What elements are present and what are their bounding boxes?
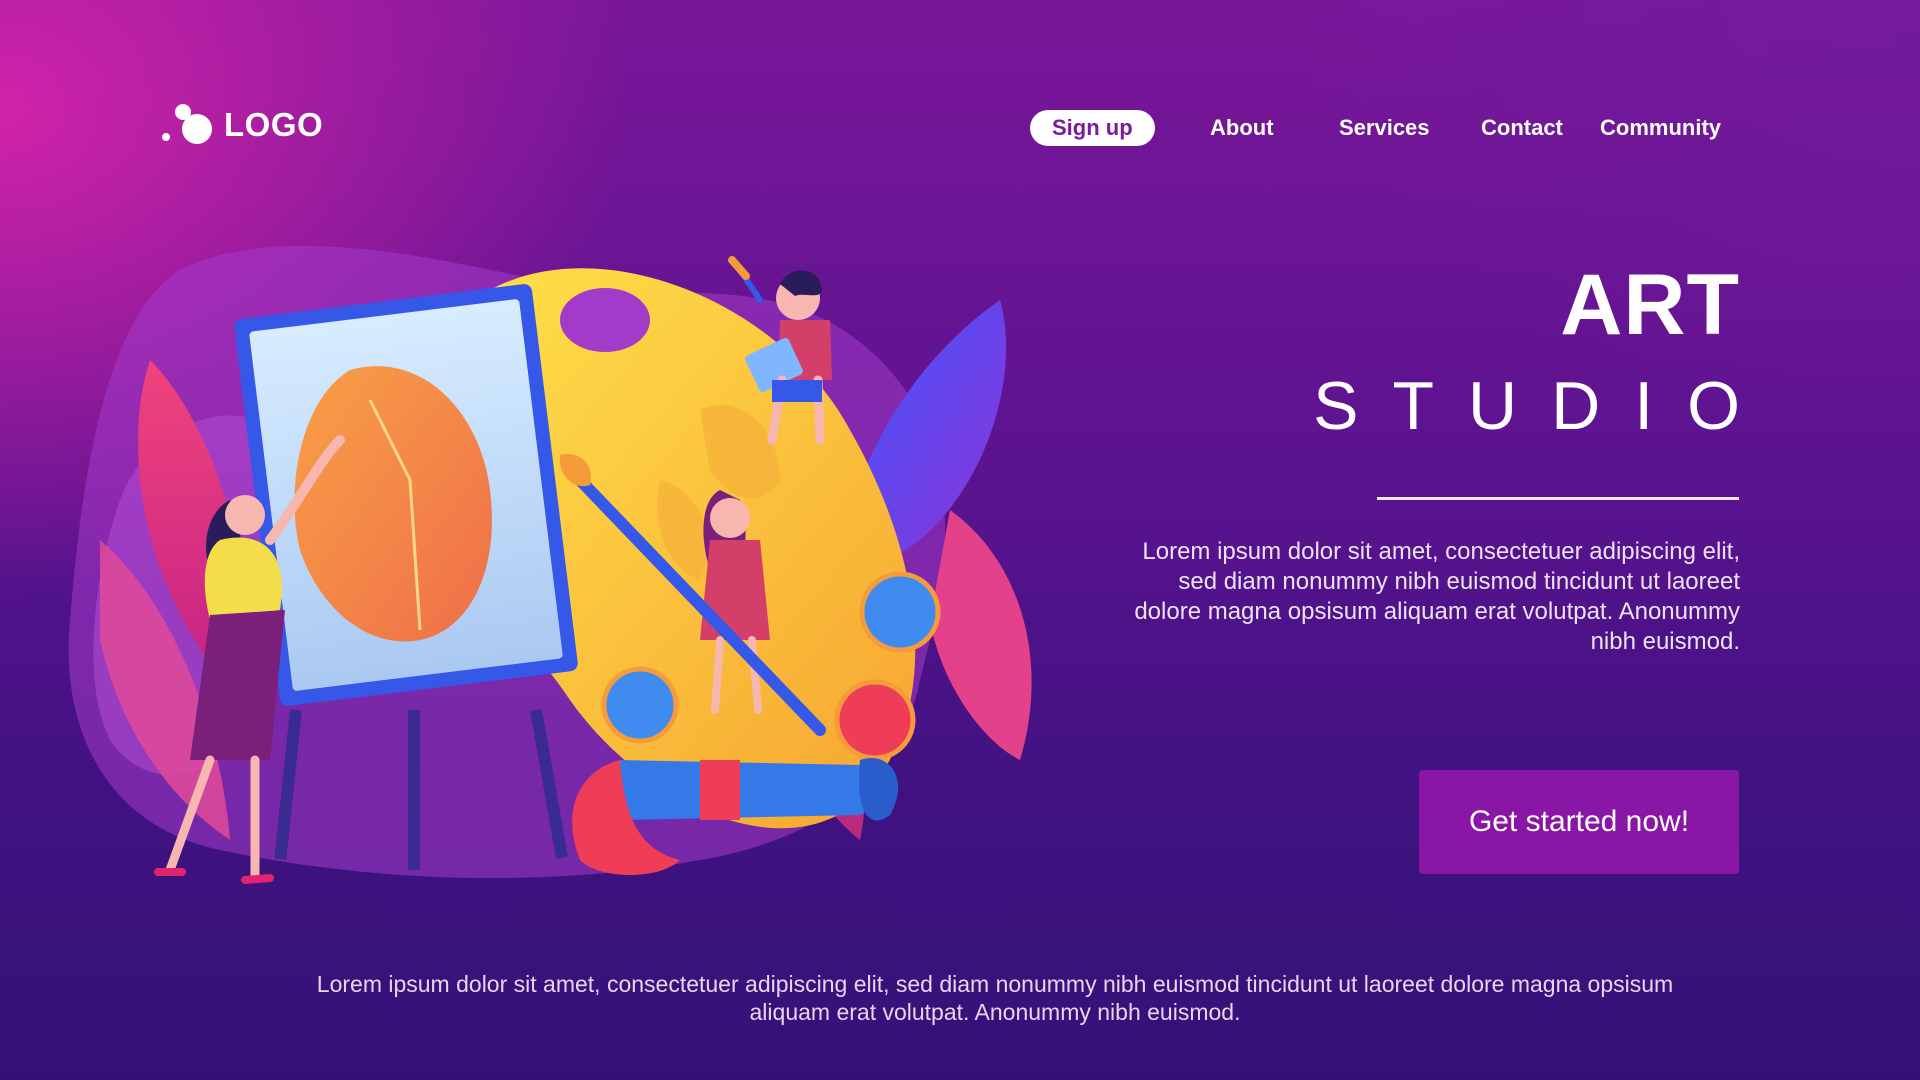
- hero-title: ART STUDIO: [1313, 262, 1740, 440]
- nav-about-link[interactable]: About: [1210, 110, 1274, 146]
- art-studio-illustration: [68, 245, 1032, 884]
- main-nav: Sign up About Services Contact Community: [1030, 110, 1730, 150]
- logo-text: LOGO: [224, 106, 324, 143]
- hero-title-line2: STUDIO: [1313, 368, 1774, 444]
- nav-signup-button[interactable]: Sign up: [1030, 110, 1155, 146]
- nav-services-link[interactable]: Services: [1339, 110, 1430, 146]
- nav-community-link[interactable]: Community: [1600, 110, 1721, 146]
- nav-contact-link[interactable]: Contact: [1481, 110, 1563, 146]
- hero-title-line1: ART: [1560, 257, 1740, 353]
- footer-text: Lorem ipsum dolor sit amet, consectetuer…: [316, 971, 1674, 1025]
- title-divider: [1377, 497, 1739, 500]
- get-started-button[interactable]: Get started now!: [1419, 770, 1739, 874]
- logo-icon: [162, 102, 214, 148]
- logo[interactable]: LOGO: [162, 102, 323, 148]
- hero-description: Lorem ipsum dolor sit amet, consectetuer…: [1134, 538, 1740, 655]
